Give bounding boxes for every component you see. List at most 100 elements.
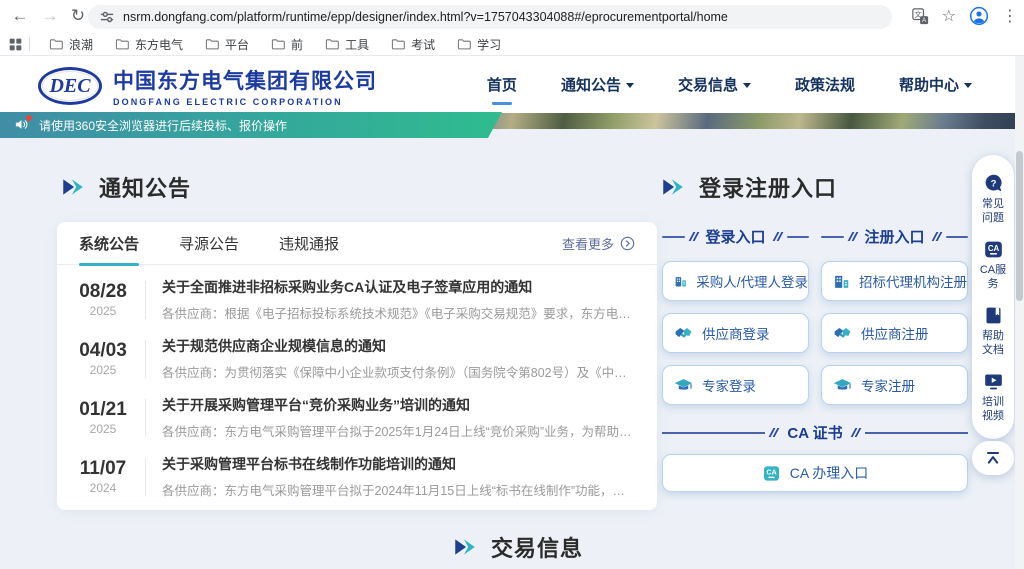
expert-login-button[interactable]: 专家登录 <box>662 365 809 405</box>
ca-service-widget-item[interactable]: CA CA服务 <box>978 239 1008 291</box>
bookmark-folder[interactable]: 浪潮 <box>38 34 104 54</box>
chevron-down-icon <box>626 83 634 88</box>
nav-item-home[interactable]: 首页 <box>487 74 517 95</box>
login-group-header: 登录入口 <box>662 226 809 247</box>
divider <box>145 340 146 378</box>
notice-title: 关于采购管理平台标书在线制作功能培训的通知 <box>162 454 637 474</box>
notification-dot <box>26 115 32 121</box>
faq-widget-item[interactable]: ? 常见问题 <box>978 173 1008 225</box>
bookmark-folder[interactable]: 学习 <box>446 34 512 54</box>
svg-text:A: A <box>922 17 927 24</box>
expert-register-button[interactable]: 专家注册 <box>821 365 968 405</box>
ca-apply-button[interactable]: CA CA 办理入口 <box>662 454 968 492</box>
graduation-cap-icon <box>674 376 693 395</box>
notices-card: 系统公告 寻源公告 违规通报 查看更多 08/28 2025 关于全面推进非招标… <box>57 222 657 510</box>
notice-summary: 各供应商：为贯彻落实《保障中小企业款项支付条例》（国务院令第802号）及《中小企… <box>162 362 637 381</box>
ca-badge-icon: CA <box>762 464 781 483</box>
notice-year: 2025 <box>65 422 141 436</box>
notice-year: 2024 <box>65 481 141 495</box>
forward-icon[interactable]: → <box>38 4 62 28</box>
register-group-header: 注册入口 <box>821 226 968 247</box>
apps-grid-icon[interactable] <box>8 37 23 52</box>
company-logo[interactable]: DEC 中国东方电气集团有限公司 DONGFANG ELECTRIC CORPO… <box>38 65 377 107</box>
back-icon[interactable]: ← <box>8 4 32 28</box>
notice-row[interactable]: 08/28 2025 关于全面推进非招标采购业务CA认证及电子签章应用的通知 各… <box>65 270 637 329</box>
buyer-agent-login-button[interactable]: 采购人/代理人登录 <box>662 261 809 301</box>
tab-system-notices[interactable]: 系统公告 <box>79 233 139 254</box>
notices-tabs: 系统公告 寻源公告 违规通报 查看更多 <box>57 222 657 265</box>
tab-violation-reports[interactable]: 违规通报 <box>279 233 339 254</box>
building-icon <box>833 272 850 291</box>
bookmark-folder[interactable]: 前 <box>260 34 314 54</box>
folder-icon <box>325 37 339 51</box>
bookmark-folder[interactable]: 考试 <box>380 34 446 54</box>
ca-icon: CA <box>983 239 1004 260</box>
notices-section-header: 通知公告 <box>60 171 191 203</box>
folder-icon <box>457 37 471 51</box>
notice-year: 2025 <box>65 363 141 377</box>
bookmark-label: 工具 <box>345 36 369 53</box>
folder-icon <box>391 37 405 51</box>
bookmark-star-icon[interactable]: ☆ <box>942 6 956 26</box>
view-more-link[interactable]: 查看更多 <box>562 234 635 253</box>
back-to-top-button[interactable] <box>972 441 1014 475</box>
notice-title: 关于规范供应商企业规模信息的通知 <box>162 336 637 356</box>
nav-item-trade-info[interactable]: 交易信息 <box>678 74 751 95</box>
ticker-text: 请使用360安全浏览器进行后续投标、报价操作 <box>39 117 287 134</box>
bookmark-folder[interactable]: 东方电气 <box>104 34 194 54</box>
screen: ← → ↻ nsrm.dongfang.com/platform/runtime… <box>0 0 1024 569</box>
notice-row[interactable]: 11/07 2024 关于采购管理平台标书在线制作功能培训的通知 各供应商：东方… <box>65 447 637 506</box>
bookmark-label: 东方电气 <box>135 36 183 53</box>
bidding-agency-register-button[interactable]: 招标代理机构注册 <box>821 261 968 301</box>
notice-summary: 各供应商：东方电气采购管理平台拟于2025年1月24日上线“竞价采购”业务，为帮… <box>162 421 637 440</box>
video-icon <box>983 371 1004 392</box>
nav-item-notices[interactable]: 通知公告 <box>561 74 634 95</box>
double-arrow-icon <box>660 174 686 200</box>
bookmark-folder[interactable]: 工具 <box>314 34 380 54</box>
company-name-cn: 中国东方电气集团有限公司 <box>113 65 377 95</box>
chevron-down-icon <box>743 83 751 88</box>
scrollbar-thumb[interactable] <box>1016 151 1023 301</box>
help-docs-widget-item[interactable]: 帮助文档 <box>978 305 1008 357</box>
login-column: 登录入口 注册入口 采购人/代理人登录 <box>662 226 968 492</box>
nav-item-help-center[interactable]: 帮助中心 <box>899 74 972 95</box>
supplier-login-button[interactable]: 供应商登录 <box>662 313 809 353</box>
bookmark-folder[interactable]: 平台 <box>194 34 260 54</box>
site-controls-icon <box>100 10 114 24</box>
bookmark-label: 学习 <box>477 36 501 53</box>
bookmarks-bar: 浪潮 东方电气 平台 前 工具 考试 学习 <box>0 33 1024 56</box>
browser-menu-icon[interactable]: ⋮ <box>1002 6 1018 26</box>
question-icon: ? <box>983 173 1004 194</box>
document-icon <box>983 305 1004 326</box>
translate-icon[interactable]: 文 A <box>912 8 929 25</box>
divider <box>29 37 30 51</box>
supplier-register-button[interactable]: 供应商注册 <box>821 313 968 353</box>
nav-item-policies[interactable]: 政策法规 <box>795 74 855 95</box>
reload-icon[interactable]: ↻ <box>66 4 90 28</box>
folder-icon <box>49 37 63 51</box>
bookmark-label: 浪潮 <box>69 36 93 53</box>
training-video-widget-item[interactable]: 培训视频 <box>978 371 1008 423</box>
notice-title: 关于全面推进非招标采购业务CA认证及电子签章应用的通知 <box>162 277 637 297</box>
notice-date: 04/03 <box>65 340 141 362</box>
dec-logo-mark: DEC <box>38 67 102 105</box>
double-arrow-icon <box>452 534 478 560</box>
notice-row[interactable]: 01/21 2025 关于开展采购管理平台“竞价采购业务”培训的通知 各供应商：… <box>65 388 637 447</box>
notice-summary: 各供应商：根据《电子招标投标系统技术规范》《电子采购交易规范》要求，东方电气采购… <box>162 303 637 322</box>
bookmark-label: 平台 <box>225 36 249 53</box>
notice-row[interactable]: 04/03 2025 关于规范供应商企业规模信息的通知 各供应商：为贯彻落实《保… <box>65 329 637 388</box>
svg-text:CA: CA <box>987 244 999 253</box>
url-bar[interactable]: nsrm.dongfang.com/platform/runtime/epp/d… <box>88 5 892 29</box>
profile-avatar-icon[interactable] <box>969 6 989 26</box>
handshake-icon <box>833 324 852 343</box>
circle-arrow-right-icon <box>620 236 635 251</box>
graduation-cap-icon <box>833 376 852 395</box>
browser-toolbar: ← → ↻ nsrm.dongfang.com/platform/runtime… <box>0 0 1024 33</box>
announcement-ticker: 请使用360安全浏览器进行后续投标、报价操作 <box>0 112 502 138</box>
login-section-header: 登录注册入口 <box>660 171 837 203</box>
floating-help-widget: ? 常见问题 CA CA服务 帮助文档 培训视频 <box>972 155 1014 439</box>
tab-sourcing-notices[interactable]: 寻源公告 <box>179 233 239 254</box>
page-scrollbar <box>1015 56 1024 569</box>
svg-text:CA: CA <box>766 468 776 476</box>
divider <box>145 458 146 496</box>
